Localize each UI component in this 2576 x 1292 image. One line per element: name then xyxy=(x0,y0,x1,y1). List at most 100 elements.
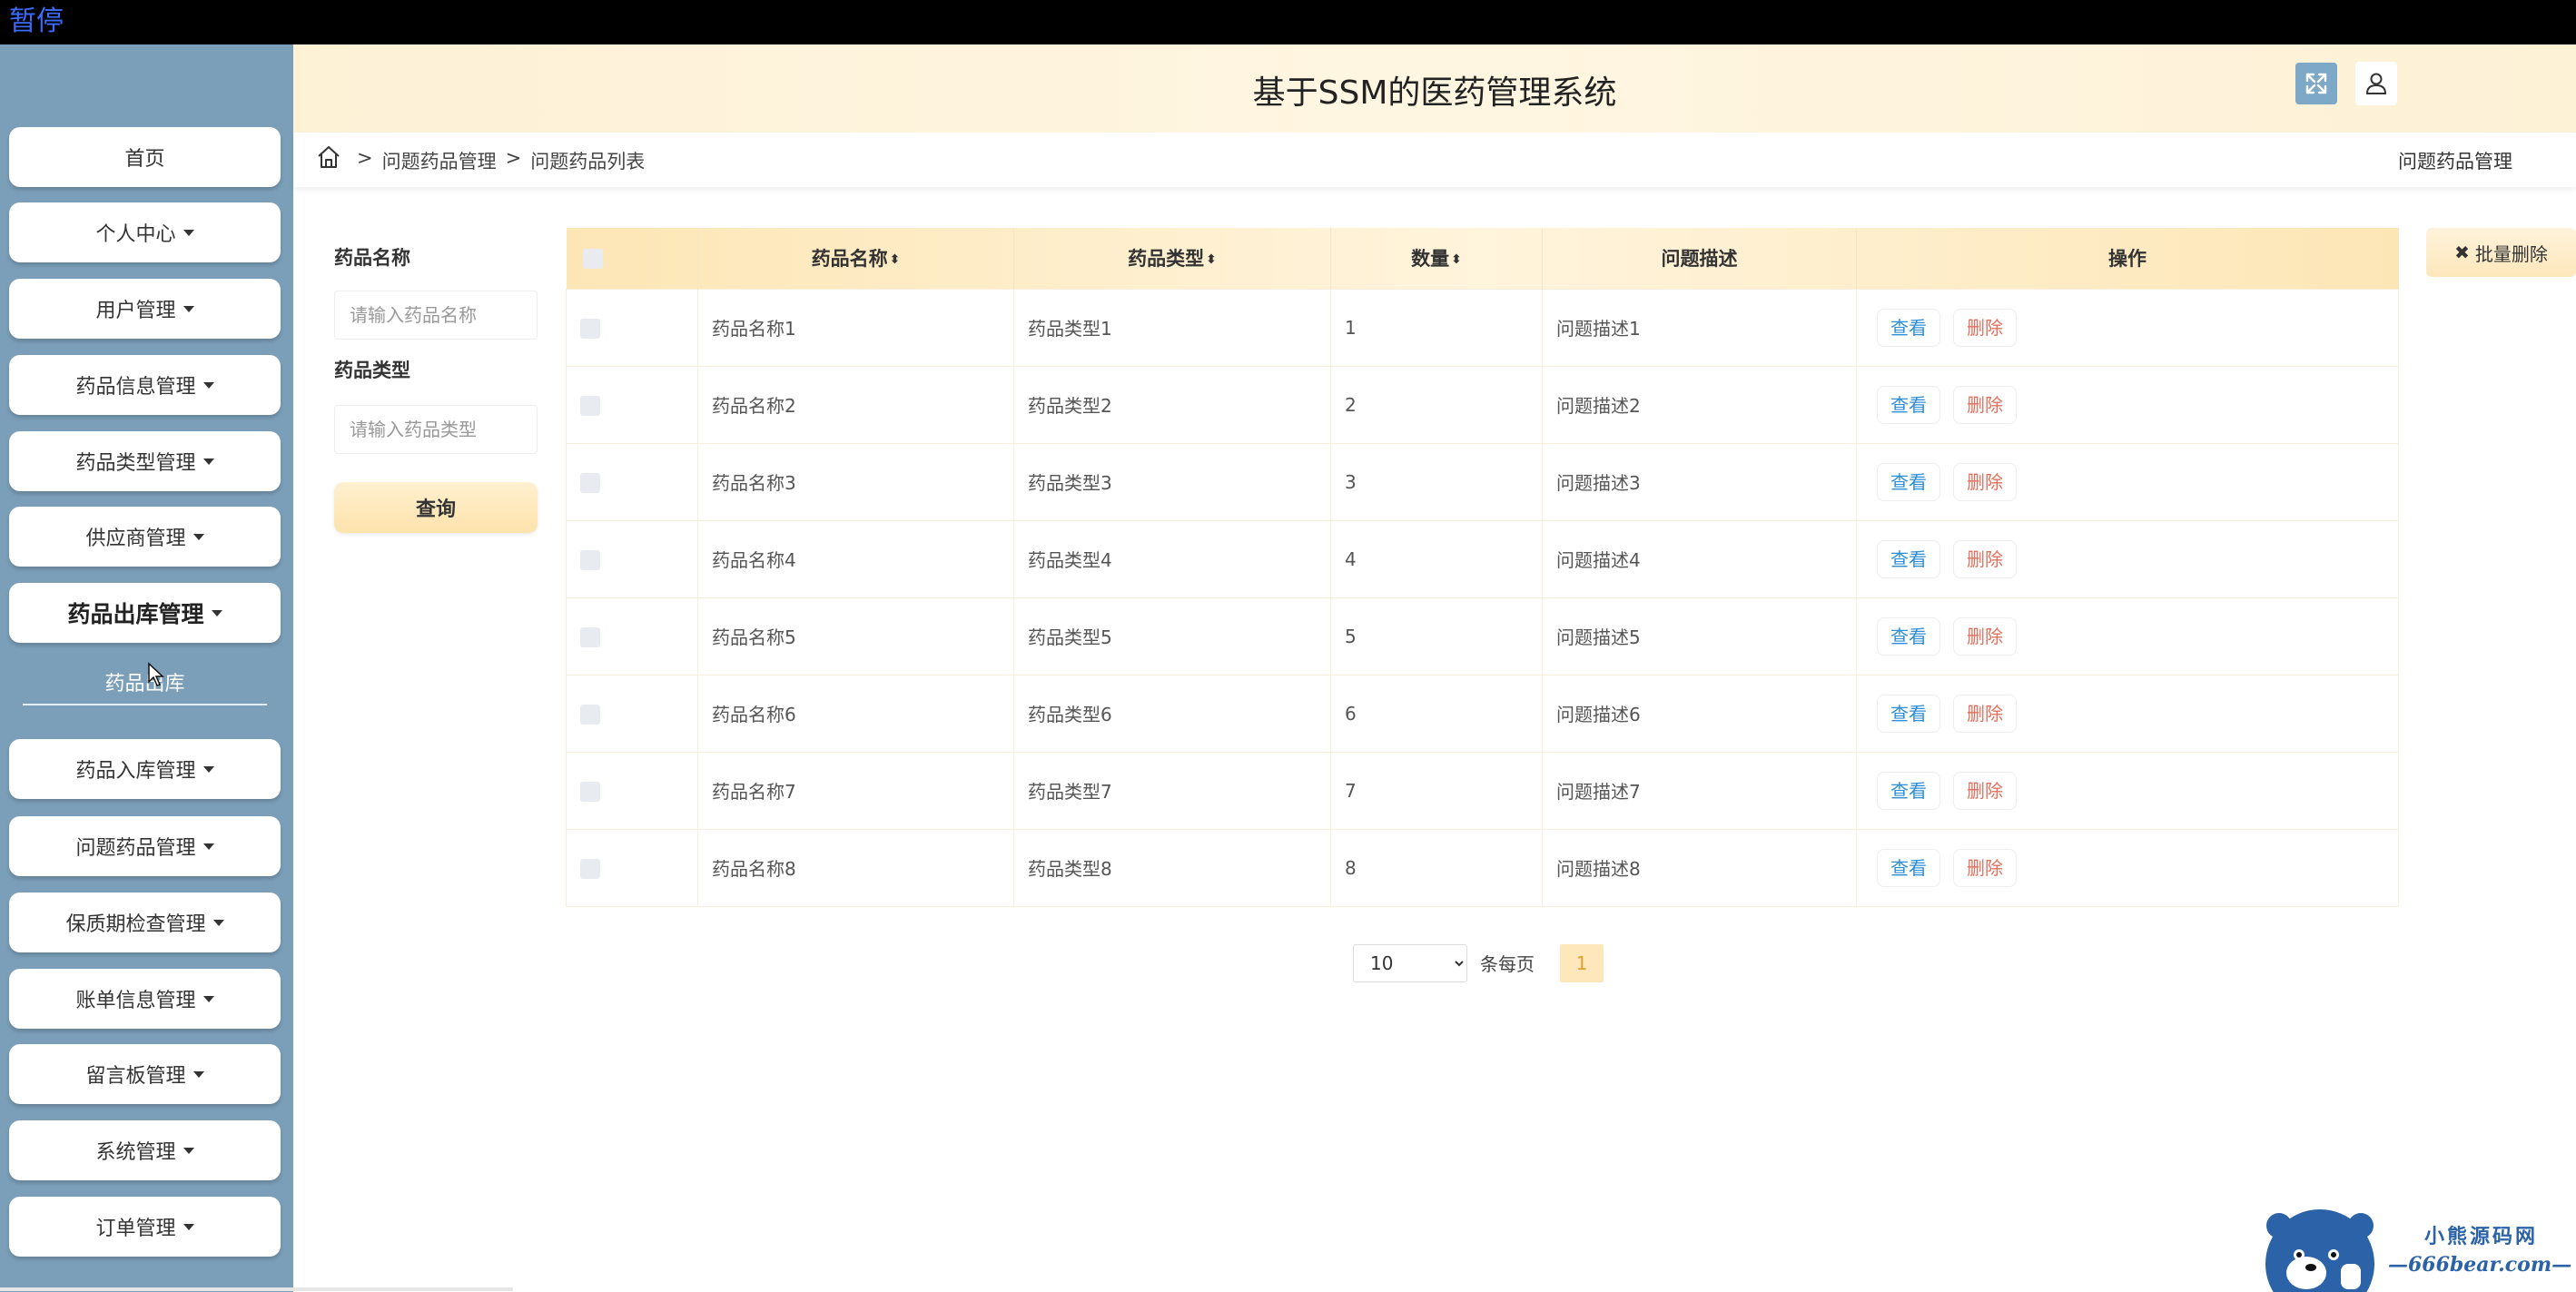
breadcrumb-right-title: 问题药品管理 xyxy=(2398,151,2512,173)
delete-button[interactable]: 删除 xyxy=(1953,771,2017,810)
sort-icon: ⬍ xyxy=(1206,252,1217,268)
sidebar-item-9[interactable]: 保质期检查管理 xyxy=(9,893,281,952)
cell-quantity: 6 xyxy=(1330,674,1543,753)
sidebar-item-3[interactable]: 药品信息管理 xyxy=(9,355,281,415)
page-size-select[interactable]: 10 xyxy=(1353,944,1467,982)
header-drug-type[interactable]: 药品类型 ⬍ xyxy=(1013,228,1331,289)
fullscreen-button[interactable] xyxy=(2295,63,2337,104)
user-button[interactable] xyxy=(2355,62,2397,105)
caret-down-icon xyxy=(202,381,214,389)
delete-button[interactable]: 删除 xyxy=(1953,694,2017,733)
row-select-cell xyxy=(566,751,698,830)
header-quantity[interactable]: 数量 ⬍ xyxy=(1330,228,1543,289)
row-select-cell xyxy=(566,442,698,521)
cell-drug-name: 药品名称7 xyxy=(697,751,1014,830)
drug-name-label: 药品名称 xyxy=(334,247,410,269)
table-row: 药品名称7 药品类型7 7 问题描述7 查看 删除 xyxy=(566,751,2399,830)
row-checkbox[interactable] xyxy=(580,395,600,416)
issue-drug-table: 药品名称 ⬍ 药品类型 ⬍ 数量 ⬍ 问题描述 操作 药品名称1 药品类型1 1 问题描述1… xyxy=(566,228,2399,907)
caret-down-icon xyxy=(192,1070,204,1078)
cell-quantity: 8 xyxy=(1330,828,1543,907)
row-checkbox[interactable] xyxy=(580,781,600,802)
row-select-cell xyxy=(566,828,698,907)
view-button[interactable]: 查看 xyxy=(1877,462,1940,501)
bottom-scrollbar[interactable] xyxy=(0,1287,513,1291)
cell-issue-description: 问题描述8 xyxy=(1542,828,1857,907)
sidebar-item-2[interactable]: 用户管理 xyxy=(9,279,281,339)
view-button[interactable]: 查看 xyxy=(1877,771,1940,810)
sidebar-item-4[interactable]: 药品类型管理 xyxy=(9,431,281,491)
select-all-checkbox[interactable] xyxy=(582,249,603,270)
table-row: 药品名称8 药品类型8 8 问题描述8 查看 删除 xyxy=(566,828,2399,907)
cell-actions: 查看 删除 xyxy=(1856,442,2399,521)
sidebar-item-1[interactable]: 个人中心 xyxy=(9,202,281,262)
cell-quantity: 3 xyxy=(1330,442,1543,521)
sidebar-item-7[interactable]: 药品入库管理 xyxy=(9,739,281,799)
breadcrumb-item-issue-drug-list: 问题药品列表 xyxy=(530,151,646,173)
cell-drug-type: 药品类型1 xyxy=(1013,288,1331,367)
cell-drug-name: 药品名称6 xyxy=(697,674,1014,753)
sidebar-item-8[interactable]: 问题药品管理 xyxy=(9,816,281,876)
cell-drug-name: 药品名称3 xyxy=(697,442,1014,521)
delete-button[interactable]: 删除 xyxy=(1953,848,2017,887)
row-select-cell xyxy=(566,674,698,753)
delete-button[interactable]: 删除 xyxy=(1953,308,2017,347)
table-row: 药品名称2 药品类型2 2 问题描述2 查看 删除 xyxy=(566,365,2399,444)
home-icon[interactable] xyxy=(315,143,342,171)
row-checkbox[interactable] xyxy=(580,472,600,493)
row-checkbox[interactable] xyxy=(580,318,600,339)
row-select-cell xyxy=(566,288,698,367)
batch-delete-button[interactable]: ✖ 批量删除 xyxy=(2426,228,2576,277)
user-icon xyxy=(2365,73,2387,94)
delete-button[interactable]: 删除 xyxy=(1953,616,2017,656)
sidebar-item-10[interactable]: 账单信息管理 xyxy=(9,969,281,1029)
query-button[interactable]: 查询 xyxy=(334,482,538,533)
breadcrumb: > 问题药品管理 > 问题药品列表 问题药品管理 xyxy=(293,133,2576,187)
table-header-row: 药品名称 ⬍ 药品类型 ⬍ 数量 ⬍ 问题描述 操作 xyxy=(566,228,2399,289)
sidebar-item-label: 订单管理 xyxy=(95,1218,176,1240)
drug-type-input[interactable] xyxy=(334,405,538,454)
row-checkbox[interactable] xyxy=(580,704,600,725)
header-drug-name[interactable]: 药品名称 ⬍ xyxy=(697,228,1014,289)
breadcrumb-item-issue-drug-mgmt[interactable]: 问题药品管理 xyxy=(382,147,497,174)
sidebar-subitem-outbound[interactable]: 药品出库 xyxy=(23,660,267,705)
sidebar-item-12[interactable]: 系统管理 xyxy=(9,1120,281,1180)
cell-actions: 查看 删除 xyxy=(1856,674,2399,753)
view-button[interactable]: 查看 xyxy=(1877,539,1940,578)
view-button[interactable]: 查看 xyxy=(1877,385,1940,424)
page-number-current[interactable]: 1 xyxy=(1560,944,1604,982)
cell-issue-description: 问题描述2 xyxy=(1542,365,1857,444)
sidebar-item-label: 供应商管理 xyxy=(85,528,186,550)
sidebar-item-5[interactable]: 供应商管理 xyxy=(9,507,281,567)
cell-issue-description: 问题描述6 xyxy=(1542,674,1857,753)
row-checkbox[interactable] xyxy=(580,549,600,570)
sidebar-item-11[interactable]: 留言板管理 xyxy=(9,1044,281,1104)
cell-drug-type: 药品类型7 xyxy=(1013,751,1331,830)
pause-label[interactable]: 暂停 xyxy=(9,4,64,40)
caret-down-icon xyxy=(202,843,214,850)
view-button[interactable]: 查看 xyxy=(1877,694,1940,733)
drug-name-input[interactable] xyxy=(334,291,538,340)
cell-drug-type: 药品类型3 xyxy=(1013,442,1331,521)
sidebar-item-label: 保质期检查管理 xyxy=(65,913,206,936)
logo-top-text: 小熊源码网 xyxy=(2424,1225,2539,1248)
sidebar-item-0[interactable]: 首页 xyxy=(9,127,281,187)
delete-button[interactable]: 删除 xyxy=(1953,385,2017,424)
view-button[interactable]: 查看 xyxy=(1877,308,1940,347)
row-checkbox[interactable] xyxy=(580,626,600,647)
sidebar-item-13[interactable]: 订单管理 xyxy=(9,1197,281,1257)
cell-actions: 查看 删除 xyxy=(1856,828,2399,907)
view-button[interactable]: 查看 xyxy=(1877,848,1940,887)
delete-button[interactable]: 删除 xyxy=(1953,539,2017,578)
cell-drug-name: 药品名称2 xyxy=(697,365,1014,444)
sidebar-item-label: 用户管理 xyxy=(95,300,176,322)
delete-button[interactable]: 删除 xyxy=(1953,462,2017,501)
cell-drug-name: 药品名称8 xyxy=(697,828,1014,907)
sidebar-item-6[interactable]: 药品出库管理 xyxy=(9,583,281,643)
table-row: 药品名称5 药品类型5 5 问题描述5 查看 删除 xyxy=(566,597,2399,676)
cell-drug-type: 药品类型5 xyxy=(1013,597,1331,676)
view-button[interactable]: 查看 xyxy=(1877,616,1940,656)
row-checkbox[interactable] xyxy=(580,858,600,879)
table-row: 药品名称6 药品类型6 6 问题描述6 查看 删除 xyxy=(566,674,2399,753)
cell-actions: 查看 删除 xyxy=(1856,751,2399,830)
